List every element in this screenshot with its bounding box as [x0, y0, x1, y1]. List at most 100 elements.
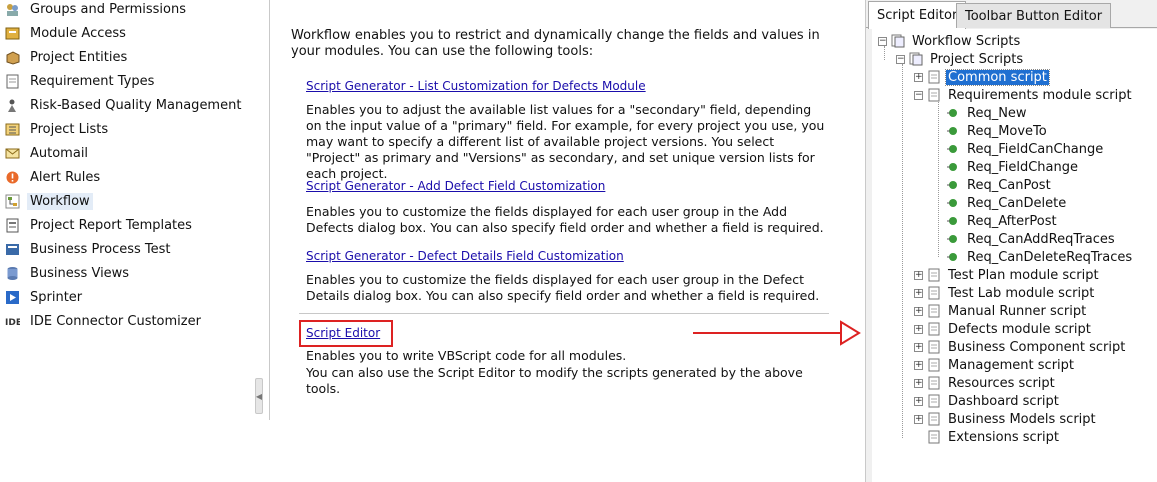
nav-item-ide-connector-customizer[interactable]: IDE IDE Connector Customizer — [5, 310, 204, 332]
nav-item-groups-and-permissions[interactable]: Groups and Permissions — [5, 0, 189, 20]
annotation-arrow — [693, 320, 861, 346]
workflow-icon — [5, 194, 20, 209]
tree-label: Common script — [945, 68, 1050, 86]
nav-item-business-process-test[interactable]: Business Process Test — [5, 238, 174, 260]
tree-node-req-event[interactable]: Req_CanDelete — [946, 194, 1068, 212]
nav-item-module-access[interactable]: Module Access — [5, 22, 129, 44]
event-icon — [946, 214, 960, 228]
scripts-folder-icon — [891, 34, 905, 48]
nav-label: Sprinter — [30, 289, 83, 305]
collapse-icon[interactable]: − — [914, 90, 923, 100]
tab-toolbar-button-editor[interactable]: Toolbar Button Editor — [956, 3, 1112, 28]
tree-node-req-event[interactable]: Req_CanPost — [946, 176, 1053, 194]
script-file-icon — [927, 322, 941, 336]
nav-item-project-lists[interactable]: Project Lists — [5, 118, 111, 140]
tree-node-req-event[interactable]: Req_MoveTo — [946, 122, 1049, 140]
nav-label: Groups and Permissions — [30, 1, 186, 17]
nav-item-automail[interactable]: Automail — [5, 142, 91, 164]
nav-label: Business Process Test — [30, 241, 171, 257]
tree-node-req-event[interactable]: Req_New — [946, 104, 1029, 122]
expand-icon[interactable]: + — [914, 270, 923, 280]
expand-icon[interactable]: + — [914, 72, 923, 82]
collapse-icon[interactable]: − — [896, 54, 905, 64]
expand-icon[interactable]: + — [914, 396, 923, 406]
link-list-customization[interactable]: Script Generator - List Customization fo… — [306, 79, 646, 93]
sprinter-icon — [5, 290, 20, 305]
mail-icon — [5, 146, 20, 161]
tab-script-editor[interactable]: Script Editor — [868, 1, 967, 29]
tree-node-workflow-scripts[interactable]: − Workflow Scripts — [878, 32, 1022, 50]
tree-label: Req_CanDeleteReqTraces — [967, 249, 1133, 265]
tree-label: Req_New — [967, 105, 1027, 121]
nav-item-project-entities[interactable]: Project Entities — [5, 46, 130, 68]
tree-label: Requirements module script — [948, 87, 1132, 103]
nav-item-risk-based-quality-management[interactable]: Risk-Based Quality Management — [5, 94, 244, 116]
tree-node-module-script[interactable]: + Test Plan module script — [914, 266, 1101, 284]
divider — [269, 0, 270, 420]
event-icon — [946, 232, 960, 246]
desc-defect-details-customization: Enables you to customize the fields disp… — [306, 272, 820, 303]
expand-icon[interactable]: + — [914, 306, 923, 316]
nav-item-requirement-types[interactable]: Requirement Types — [5, 70, 157, 92]
tree-label: Manual Runner script — [948, 303, 1087, 319]
script-file-icon — [927, 268, 941, 282]
tree-label: Management script — [948, 357, 1074, 373]
tree-node-module-script[interactable]: + Defects module script — [914, 320, 1093, 338]
script-file-icon — [927, 430, 941, 444]
tree-label: Test Plan module script — [948, 267, 1099, 283]
nav-item-sprinter[interactable]: Sprinter — [5, 286, 85, 308]
nav-label: Module Access — [30, 25, 126, 41]
tree-label: Business Models script — [948, 411, 1096, 427]
workflow-scripts-tree: − Workflow Scripts − Project Scripts + C… — [872, 29, 1157, 482]
tab-strip: Script Editor Toolbar Button Editor — [866, 0, 1157, 29]
tree-node-module-script[interactable]: + Business Models script — [914, 410, 1098, 428]
tree-label: Project Scripts — [930, 51, 1024, 67]
nav-item-business-views[interactable]: Business Views — [5, 262, 132, 284]
nav-item-alert-rules[interactable]: Alert Rules — [5, 166, 103, 188]
desc-add-defect-customization: Enables you to customize the fields disp… — [306, 204, 824, 235]
nav-item-workflow[interactable]: Workflow — [5, 190, 93, 212]
tree-node-module-script[interactable]: + Management script — [914, 356, 1076, 374]
tree-node-req-event[interactable]: Req_AfterPost — [946, 212, 1059, 230]
collapse-icon[interactable]: − — [878, 36, 887, 46]
expand-icon[interactable]: + — [914, 342, 923, 352]
desc-list-customization: Enables you to adjust the available list… — [306, 102, 825, 181]
tree-node-req-event[interactable]: Req_CanDeleteReqTraces — [946, 248, 1134, 266]
alert-icon — [5, 170, 20, 185]
collapse-left-icon: ◀ — [255, 391, 263, 401]
tree-node-module-script[interactable]: + Test Lab module script — [914, 284, 1096, 302]
tree-node-module-script[interactable]: + Business Component script — [914, 338, 1127, 356]
tree-label: Req_CanPost — [967, 177, 1051, 193]
link-add-defect-customization[interactable]: Script Generator - Add Defect Field Cust… — [306, 179, 605, 193]
script-file-icon — [927, 70, 941, 84]
tree-node-module-script[interactable]: + Dashboard script — [914, 392, 1061, 410]
groups-icon — [5, 2, 20, 17]
tree-node-req-event[interactable]: Req_FieldCanChange — [946, 140, 1105, 158]
expand-icon[interactable]: + — [914, 324, 923, 334]
tree-node-requirements-script[interactable]: − Requirements module script — [914, 86, 1134, 104]
tree-node-module-script[interactable]: + Manual Runner script — [914, 302, 1088, 320]
nav-item-project-report-templates[interactable]: Project Report Templates — [5, 214, 195, 236]
link-script-editor[interactable]: Script Editor — [306, 326, 380, 340]
nav-label: Requirement Types — [30, 73, 155, 89]
nav-label: Automail — [30, 145, 89, 161]
tree-node-extensions-script[interactable]: Extensions script — [927, 428, 1061, 446]
entities-icon — [5, 50, 20, 65]
tree-label: Dashboard script — [948, 393, 1059, 409]
script-file-icon — [927, 412, 941, 426]
expand-icon[interactable]: + — [914, 360, 923, 370]
link-defect-details-customization[interactable]: Script Generator - Defect Details Field … — [306, 249, 624, 263]
expand-icon[interactable]: + — [914, 288, 923, 298]
scripts-folder-icon — [909, 52, 923, 66]
tree-node-common-script[interactable]: + Common script — [914, 68, 1050, 86]
tree-node-req-event[interactable]: Req_FieldChange — [946, 158, 1080, 176]
panel-splitter-handle[interactable]: ◀ — [255, 378, 263, 414]
tree-node-module-script[interactable]: + Resources script — [914, 374, 1057, 392]
risk-icon — [5, 98, 20, 113]
tree-node-project-scripts[interactable]: − Project Scripts — [896, 50, 1025, 68]
expand-icon[interactable]: + — [914, 378, 923, 388]
expand-icon[interactable]: + — [914, 414, 923, 424]
tree-node-req-event[interactable]: Req_CanAddReqTraces — [946, 230, 1117, 248]
nav-label: Project Entities — [30, 49, 128, 65]
lists-icon — [5, 122, 20, 137]
